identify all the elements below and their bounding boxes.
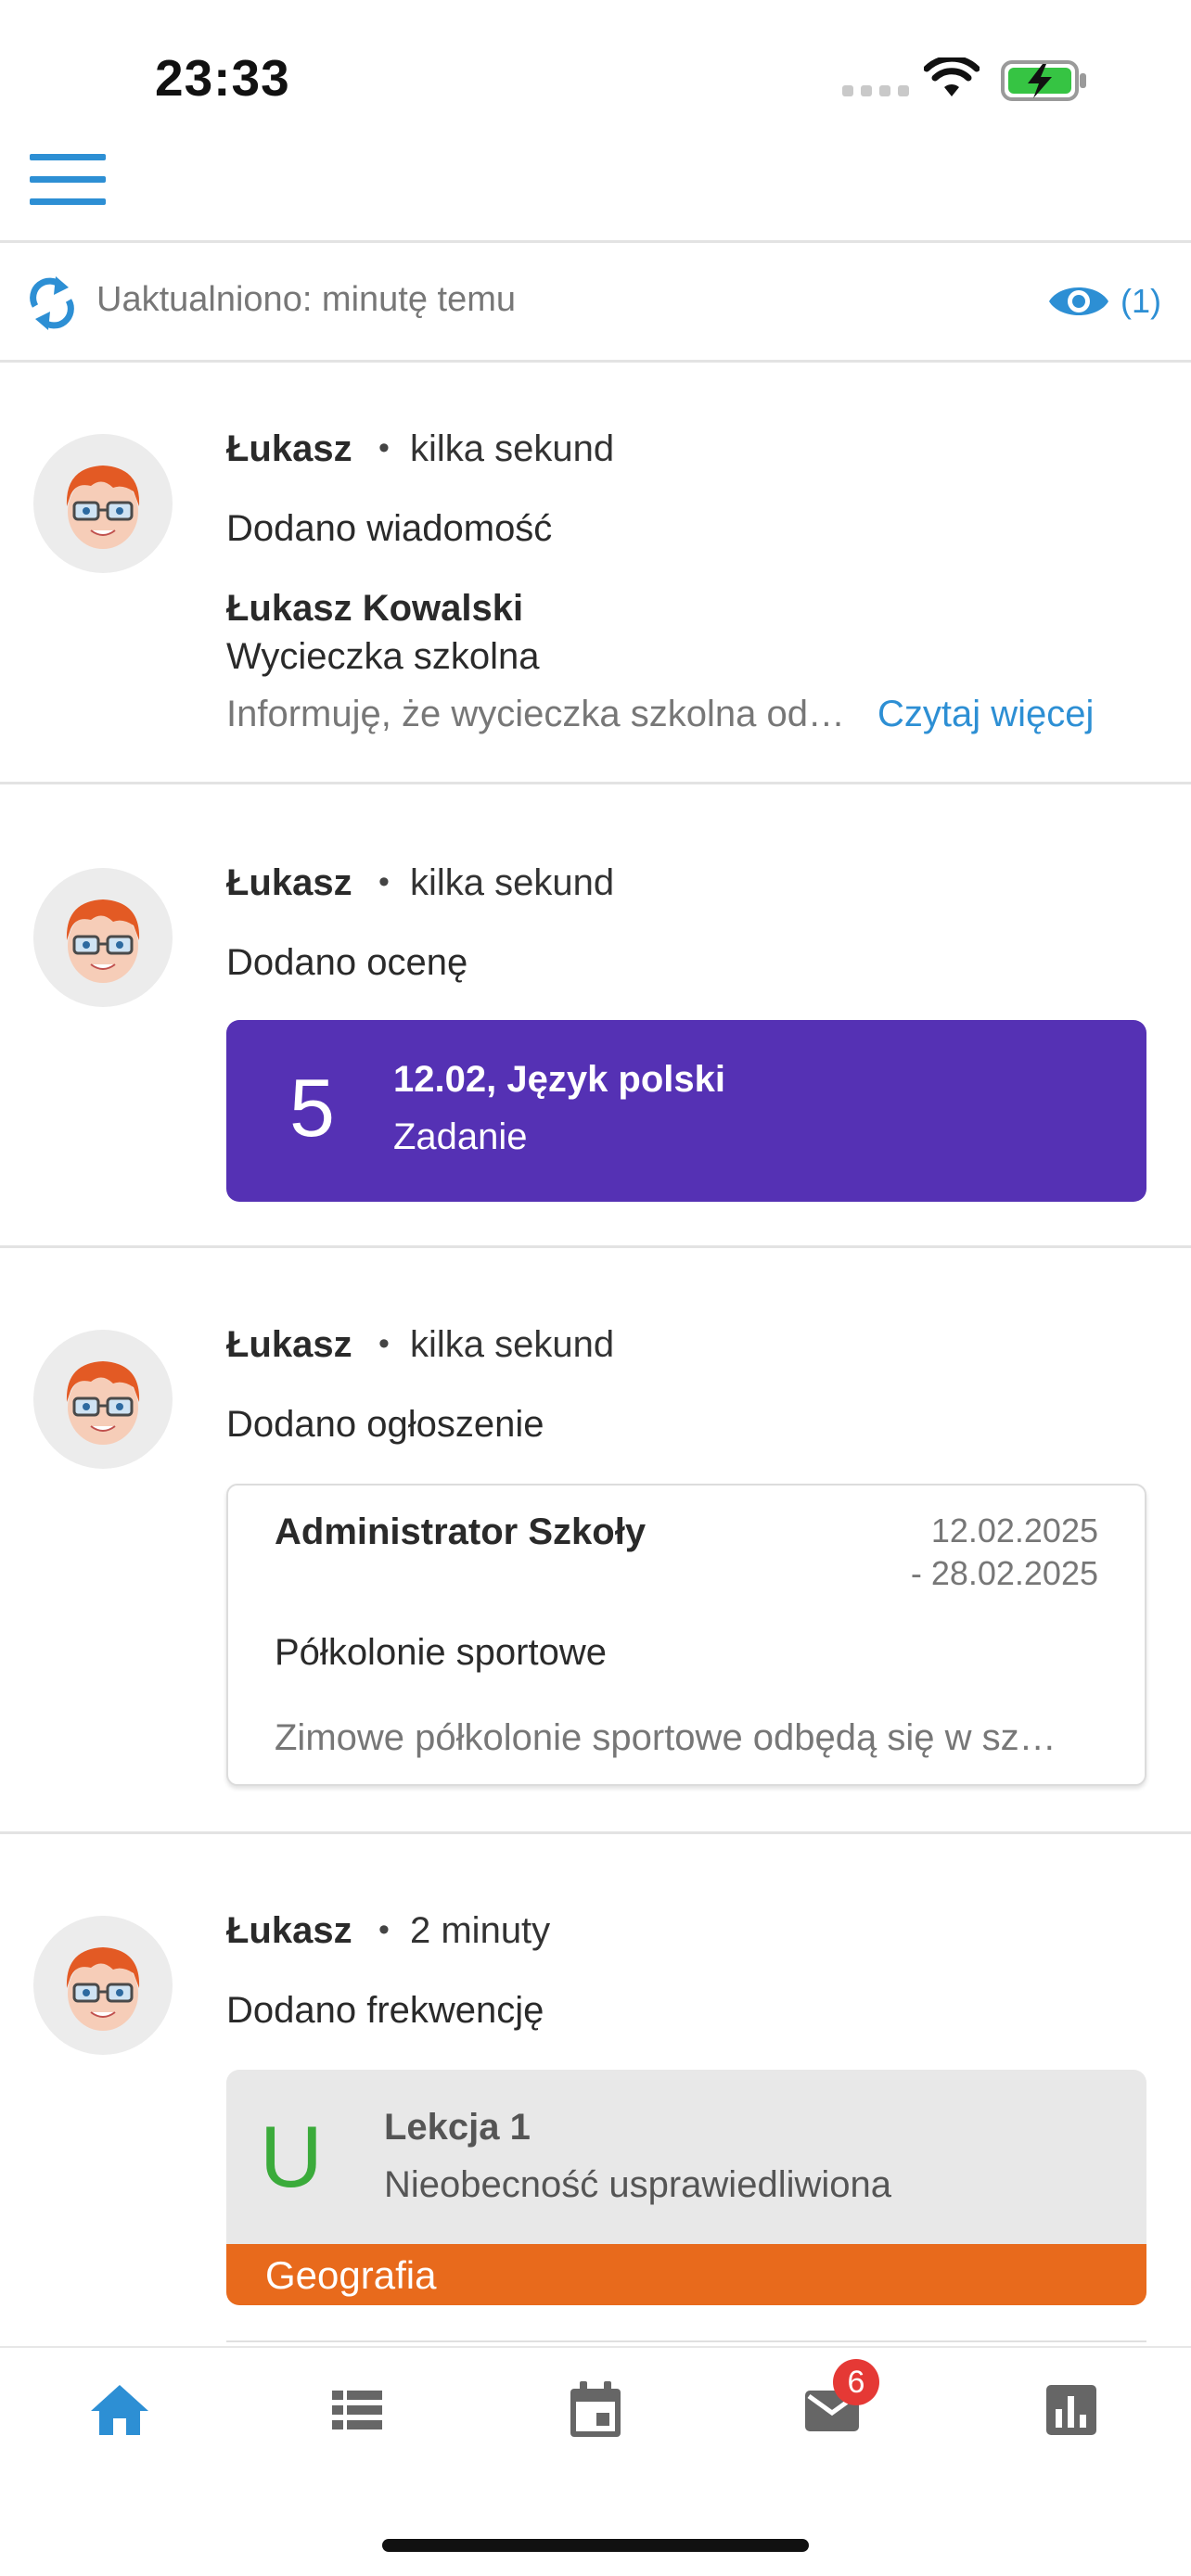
notice-date-to: - 28.02.2025 [910,1554,1098,1592]
app-screen: 23:33 Uaktualniono: minutę temu (1) Łuka… [0,0,1191,2576]
list-icon[interactable] [325,2378,390,2442]
feed-time: kilka sekund [410,428,615,469]
status-time: 23:33 [155,49,290,107]
feed-action: Dodano wiadomość [226,508,553,549]
notice-author: Administrator Szkoły [275,1511,647,1552]
cellular-signal-icon [842,85,909,96]
feed-action: Dodano ogłoszenie [226,1404,544,1445]
grade-card[interactable]: 5 12.02, Język polski Zadanie [226,1020,1146,1202]
feed-item-notice[interactable]: Łukasz • kilka sekund Dodano ogłoszenie … [0,1250,1191,1834]
notice-card[interactable]: Administrator Szkoły 12.02.2025 - 28.02.… [226,1484,1146,1786]
app-bar [0,139,1191,243]
feed-author: Łukasz [226,862,352,903]
avatar [33,1330,173,1469]
message-subject: Wycieczka szkolna [226,636,540,677]
separator-dot: • [378,430,390,465]
home-icon[interactable] [87,2378,152,2442]
wifi-icon [924,57,980,96]
feed-action: Dodano ocenę [226,942,468,983]
read-more-link[interactable]: Czytaj więcej [877,694,1094,735]
calendar-icon[interactable] [563,2378,628,2442]
grade-value: 5 [289,1062,335,1154]
notice-body: Zimowe półkolonie sportowe odbędą się w … [275,1717,1057,1758]
grade-date-subject: 12.02, Język polski [393,1059,726,1100]
menu-icon[interactable] [30,154,106,206]
avatar [33,1916,173,2055]
avatar-face-icon [66,1947,140,2031]
notice-date-from: 12.02.2025 [930,1511,1098,1549]
viewers-count: (1) [1121,282,1161,320]
avatar-face-icon [66,1361,140,1445]
eye-icon[interactable] [1046,280,1111,323]
notice-title: Półkolonie sportowe [275,1632,607,1673]
feed-item-message[interactable]: Łukasz • kilka sekund Dodano wiadomość Ł… [0,365,1191,784]
attendance-symbol: U [260,2108,323,2205]
feed-author: Łukasz [226,1324,352,1365]
feed-item-attendance[interactable]: Łukasz • 2 minuty Dodano frekwencję U Le… [0,1836,1191,2346]
refresh-icon[interactable] [26,271,78,336]
avatar-face-icon [66,465,140,549]
separator-dot: • [378,1326,390,1361]
avatar [33,434,173,573]
grade-type: Zadanie [393,1116,528,1157]
home-indicator[interactable] [382,2539,809,2552]
message-preview: Informuję, że wycieczka szkolna od… [226,694,845,734]
feed-time: kilka sekund [410,862,615,903]
feed-time: kilka sekund [410,1324,615,1365]
battery-charging-icon [1001,60,1086,101]
feed-action: Dodano frekwencję [226,1990,544,2031]
attendance-card[interactable]: U Lekcja 1 Nieobecność usprawiedliwiona … [226,2070,1146,2305]
chart-icon[interactable] [1039,2378,1104,2442]
mail-badge: 6 [833,2359,879,2405]
attendance-subject: Geografia [265,2253,437,2297]
avatar-face-icon [66,899,140,983]
attendance-lesson: Lekcja 1 [384,2107,531,2148]
separator-dot: • [378,1912,390,1947]
attendance-subject-bar: Geografia [226,2244,1146,2305]
message-sender: Łukasz Kowalski [226,588,524,629]
last-updated-text: Uaktualniono: minutę temu [96,280,517,319]
separator-dot: • [378,864,390,899]
feed-time: 2 minuty [410,1910,551,1951]
attendance-status: Nieobecność usprawiedliwiona [384,2164,891,2205]
feed-author: Łukasz [226,1910,352,1951]
avatar [33,868,173,1007]
feed-author: Łukasz [226,428,352,469]
feed-item-grade[interactable]: Łukasz • kilka sekund Dodano ocenę 5 12.… [0,786,1191,1248]
